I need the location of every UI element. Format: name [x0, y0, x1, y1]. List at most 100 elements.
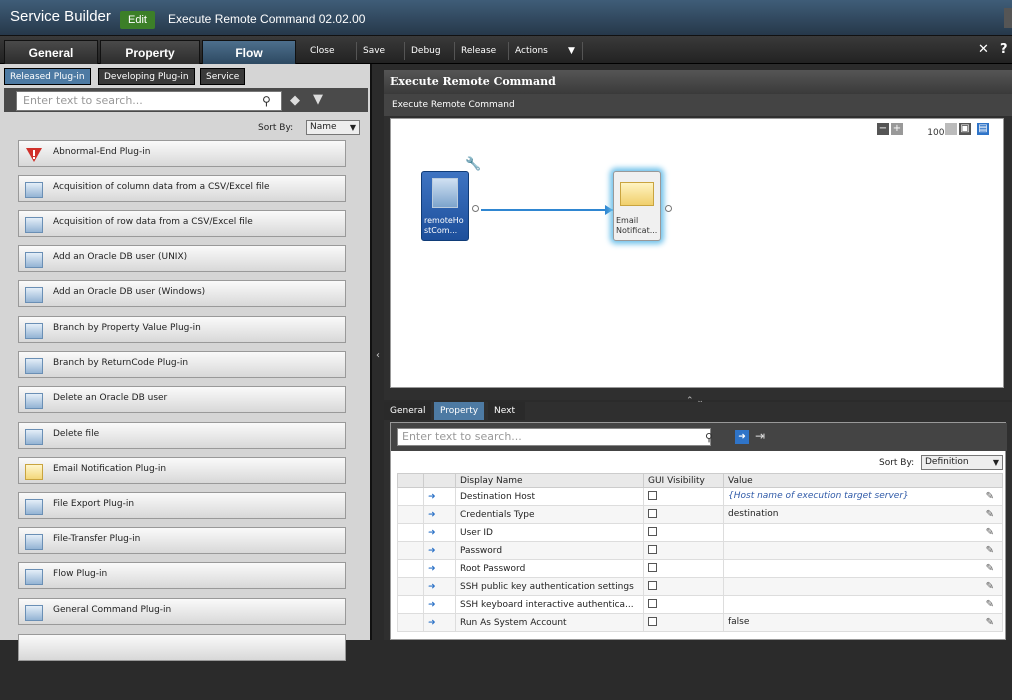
- overview-icon[interactable]: ▤: [977, 123, 989, 135]
- row-icon-cell: ➜: [423, 523, 456, 542]
- export-icon: [25, 499, 43, 515]
- list-item[interactable]: Acquisition of column data from a CSV/Ex…: [18, 175, 346, 202]
- gui-visibility-checkbox[interactable]: [648, 490, 657, 500]
- list-item[interactable]: Delete file: [18, 422, 346, 449]
- edit-icon[interactable]: ✎: [986, 617, 994, 628]
- column-value[interactable]: Value: [723, 473, 1003, 488]
- column-gui-visibility[interactable]: GUI Visibility: [643, 473, 724, 488]
- input-property-icon: ➜: [428, 617, 436, 628]
- filter-icon[interactable]: ▼: [313, 92, 323, 107]
- edit-icon[interactable]: ✎: [986, 545, 994, 556]
- actions-dropdown-icon[interactable]: ▼: [562, 42, 581, 60]
- gui-visibility-checkbox[interactable]: [648, 508, 657, 518]
- property-table: Display Name GUI Visibility Value ➜ Dest…: [397, 473, 1003, 632]
- list-item[interactable]: Add an Oracle DB user (Windows): [18, 280, 346, 307]
- row-display-name: Credentials Type: [455, 505, 644, 524]
- row-value-cell[interactable]: ✎: [723, 559, 1003, 578]
- table-row[interactable]: ➜ Credentials Type destination ✎: [397, 505, 1003, 524]
- list-item[interactable]: Flow Plug-in: [18, 562, 346, 589]
- column-display-name[interactable]: Display Name: [455, 473, 644, 488]
- tab-node-general[interactable]: General: [384, 402, 432, 420]
- plugin-search-input[interactable]: Enter text to search...: [16, 91, 282, 111]
- list-item[interactable]: Delete an Oracle DB user: [18, 386, 346, 413]
- tab-node-property[interactable]: Property: [434, 402, 485, 420]
- edit-icon[interactable]: ✎: [986, 491, 994, 502]
- window-corner-button[interactable]: [1004, 8, 1012, 28]
- list-item[interactable]: Branch by ReturnCode Plug-in: [18, 351, 346, 378]
- zoom-reset-icon[interactable]: [945, 123, 957, 135]
- edit-icon[interactable]: ✎: [986, 563, 994, 574]
- tab-flow[interactable]: Flow: [202, 40, 296, 64]
- list-item[interactable]: Add an Oracle DB user (UNIX): [18, 245, 346, 272]
- row-value-cell[interactable]: ✎: [723, 541, 1003, 560]
- row-value-cell[interactable]: ✎: [723, 577, 1003, 596]
- gui-visibility-checkbox[interactable]: [648, 544, 657, 554]
- header-icon-col: [423, 473, 456, 488]
- table-row[interactable]: ➜ SSH keyboard interactive authentica...…: [397, 595, 1003, 614]
- actions-button[interactable]: Actions: [508, 42, 554, 60]
- save-button[interactable]: Save: [356, 42, 391, 60]
- table-row[interactable]: ➜ Password ✎: [397, 541, 1003, 560]
- edit-icon[interactable]: ✎: [986, 581, 994, 592]
- table-row[interactable]: ➜ Root Password ✎: [397, 559, 1003, 578]
- table-row[interactable]: ➜ SSH public key authentication settings…: [397, 577, 1003, 596]
- zoom-in-icon[interactable]: +: [891, 123, 903, 135]
- row-value-cell[interactable]: false ✎: [723, 613, 1003, 632]
- table-row[interactable]: ➜ User ID ✎: [397, 523, 1003, 542]
- row-value-cell[interactable]: ✎: [723, 523, 1003, 542]
- tab-property[interactable]: Property: [100, 40, 200, 64]
- list-item[interactable]: File Export Plug-in: [18, 492, 346, 519]
- close-button[interactable]: Close: [304, 42, 341, 60]
- output-port[interactable]: [665, 205, 672, 212]
- list-item[interactable]: General Command Plug-in: [18, 598, 346, 625]
- edit-icon[interactable]: ✎: [986, 599, 994, 610]
- table-row[interactable]: ➜ Destination Host {Host name of executi…: [397, 487, 1003, 506]
- flow-connector[interactable]: [481, 209, 613, 211]
- transfer-icon: [25, 534, 43, 550]
- tab-service[interactable]: Service: [200, 68, 246, 85]
- edit-icon[interactable]: ✎: [986, 527, 994, 538]
- gui-visibility-checkbox[interactable]: [648, 526, 657, 536]
- tab-general[interactable]: General: [4, 40, 98, 64]
- flow-node-remote-command[interactable]: remoteHo stCom...: [421, 171, 469, 241]
- row-value-cell[interactable]: {Host name of execution target server} ✎: [723, 487, 1003, 506]
- tab-developing-plugin[interactable]: Developing Plug-in: [98, 68, 195, 85]
- list-item[interactable]: Acquisition of row data from a CSV/Excel…: [18, 210, 346, 237]
- list-item[interactable]: Abnormal-End Plug-in: [18, 140, 346, 167]
- list-item[interactable]: File-Transfer Plug-in: [18, 527, 346, 554]
- fit-view-icon[interactable]: ▣: [959, 123, 971, 135]
- wrench-icon[interactable]: 🔧: [465, 157, 481, 172]
- help-icon[interactable]: ?: [1000, 42, 1008, 57]
- gui-visibility-checkbox[interactable]: [648, 562, 657, 572]
- list-item[interactable]: Branch by Property Value Plug-in: [18, 316, 346, 343]
- row-icon-cell: ➜: [423, 559, 456, 578]
- search-icon[interactable]: ⚲: [262, 94, 271, 108]
- table-row[interactable]: ➜ Run As System Account false ✎: [397, 613, 1003, 632]
- export-icon[interactable]: ⇥: [755, 429, 765, 443]
- gui-visibility-checkbox[interactable]: [648, 616, 657, 626]
- close-x-icon[interactable]: ✕: [978, 42, 989, 57]
- search-icon[interactable]: ⚲: [705, 431, 713, 444]
- edit-icon[interactable]: ✎: [986, 509, 994, 520]
- import-icon[interactable]: ➜: [735, 430, 749, 444]
- row-value-cell[interactable]: destination ✎: [723, 505, 1003, 524]
- property-search-input[interactable]: Enter text to search...: [397, 428, 711, 446]
- tag-icon[interactable]: ◆: [290, 93, 300, 108]
- output-port[interactable]: [472, 205, 479, 212]
- row-value-cell[interactable]: ✎: [723, 595, 1003, 614]
- plugin-sort-select[interactable]: Name ▼: [306, 120, 360, 135]
- gui-visibility-checkbox[interactable]: [648, 598, 657, 608]
- list-item[interactable]: [18, 634, 346, 661]
- list-item[interactable]: Email Notification Plug-in: [18, 457, 346, 484]
- release-button[interactable]: Release: [454, 42, 502, 60]
- gui-visibility-checkbox[interactable]: [648, 580, 657, 590]
- tab-next-steps[interactable]: Next Steps: [488, 402, 526, 434]
- flow-node-email-notification[interactable]: Email Notificat...: [613, 171, 661, 241]
- property-sort-select[interactable]: Definition ▼: [921, 455, 1003, 470]
- zoom-out-icon[interactable]: −: [877, 123, 889, 135]
- flow-canvas[interactable]: − + 100% ▣ ▤ remoteHo stCom... 🔧 Email N…: [390, 118, 1004, 388]
- collapse-left-pane-icon[interactable]: ‹: [376, 350, 380, 361]
- canvas-breadcrumb[interactable]: Execute Remote Command: [384, 94, 1012, 116]
- tab-released-plugin[interactable]: Released Plug-in: [4, 68, 91, 85]
- debug-button[interactable]: Debug: [404, 42, 447, 60]
